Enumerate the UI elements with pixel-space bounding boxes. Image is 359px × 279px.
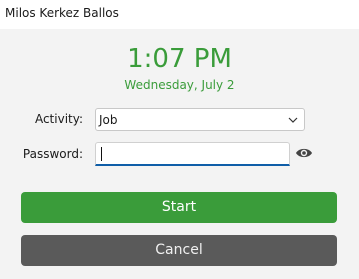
chevron-down-icon <box>288 117 298 123</box>
clock-date: Wednesday, July 2 <box>124 78 235 92</box>
password-label: Password: <box>22 147 83 161</box>
window-title: Milos Kerkez Ballos <box>5 6 119 20</box>
activity-selected-value: Job <box>99 113 118 127</box>
start-button[interactable]: Start <box>21 192 337 223</box>
password-field[interactable] <box>95 142 290 166</box>
clock-time: 1:07 PM <box>127 44 232 74</box>
eye-icon[interactable] <box>295 146 313 160</box>
password-input[interactable] <box>96 143 289 164</box>
cancel-button[interactable]: Cancel <box>21 235 337 266</box>
title-bar[interactable]: Milos Kerkez Ballos <box>0 0 359 29</box>
text-caret <box>101 147 102 161</box>
activity-dropdown[interactable]: Job <box>95 108 305 131</box>
activity-label: Activity: <box>34 112 83 126</box>
